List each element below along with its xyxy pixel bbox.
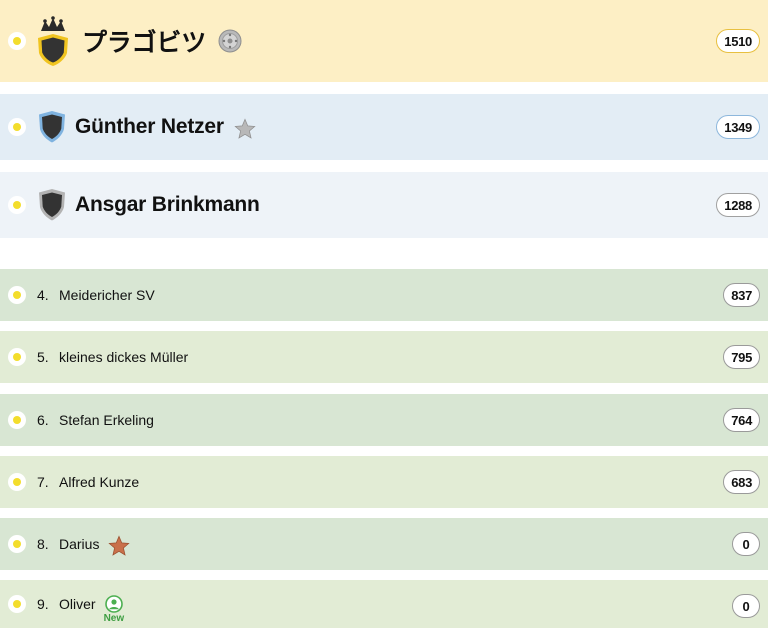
status-dot: [8, 595, 26, 613]
leaderboard-row-1[interactable]: プラゴビツ 1510: [0, 0, 768, 82]
score-badge: 837: [723, 283, 760, 307]
score-badge: 0: [732, 594, 760, 618]
rank-number: 5.: [37, 349, 49, 365]
leaderboard-row-2[interactable]: Günther Netzer 1349: [0, 94, 768, 160]
gray-shield-icon: [38, 188, 66, 222]
player-name[interactable]: Alfred Kunze: [59, 474, 139, 490]
score-badge: 764: [723, 408, 760, 432]
player-name[interactable]: kleines dickes Müller: [59, 349, 188, 365]
leaderboard-row-5[interactable]: 5. kleines dickes Müller 795: [0, 331, 768, 383]
player-name[interactable]: Günther Netzer: [75, 115, 224, 139]
leaderboard-row-9[interactable]: 9. Oliver New 0: [0, 580, 768, 628]
rank-number: 8.: [37, 536, 49, 552]
rank-number: 6.: [37, 412, 49, 428]
score-badge: 795: [723, 345, 760, 369]
disc-badge-icon: [218, 29, 242, 53]
player-name[interactable]: プラゴビツ: [82, 23, 206, 59]
status-dot: [8, 118, 26, 136]
status-dot: [8, 473, 26, 491]
leaderboard-row-8[interactable]: 8. Darius 0: [0, 518, 768, 570]
leaderboard-row-6[interactable]: 6. Stefan Erkeling 764: [0, 394, 768, 446]
score-badge: 1510: [716, 29, 760, 53]
rank-number: 4.: [37, 287, 49, 303]
leaderboard-row-4[interactable]: 4. Meidericher SV 837: [0, 269, 768, 321]
player-name[interactable]: Ansgar Brinkmann: [75, 193, 260, 217]
score-badge: 0: [732, 532, 760, 556]
rank-number: 7.: [37, 474, 49, 490]
player-name[interactable]: Darius: [59, 536, 99, 552]
player-name[interactable]: Meidericher SV: [59, 287, 155, 303]
status-dot: [8, 286, 26, 304]
rank-number: 9.: [37, 596, 49, 612]
silver-star-icon: [234, 118, 256, 140]
score-badge: 1349: [716, 115, 760, 139]
silver-shield-icon: [38, 110, 66, 144]
crown-shield-icon: [36, 15, 70, 67]
status-dot: [8, 411, 26, 429]
status-dot: [8, 535, 26, 553]
score-badge: 683: [723, 470, 760, 494]
status-dot: [8, 32, 26, 50]
status-dot: [8, 196, 26, 214]
player-name[interactable]: Oliver: [59, 596, 96, 612]
status-dot: [8, 348, 26, 366]
leaderboard-row-3[interactable]: Ansgar Brinkmann 1288: [0, 172, 768, 238]
score-badge: 1288: [716, 193, 760, 217]
new-user-badge: New: [103, 594, 125, 624]
new-user-icon: [105, 594, 123, 613]
leaderboard-row-7[interactable]: 7. Alfred Kunze 683: [0, 456, 768, 508]
new-label: New: [103, 612, 125, 624]
player-name[interactable]: Stefan Erkeling: [59, 412, 154, 428]
bronze-star-icon: [108, 535, 131, 557]
